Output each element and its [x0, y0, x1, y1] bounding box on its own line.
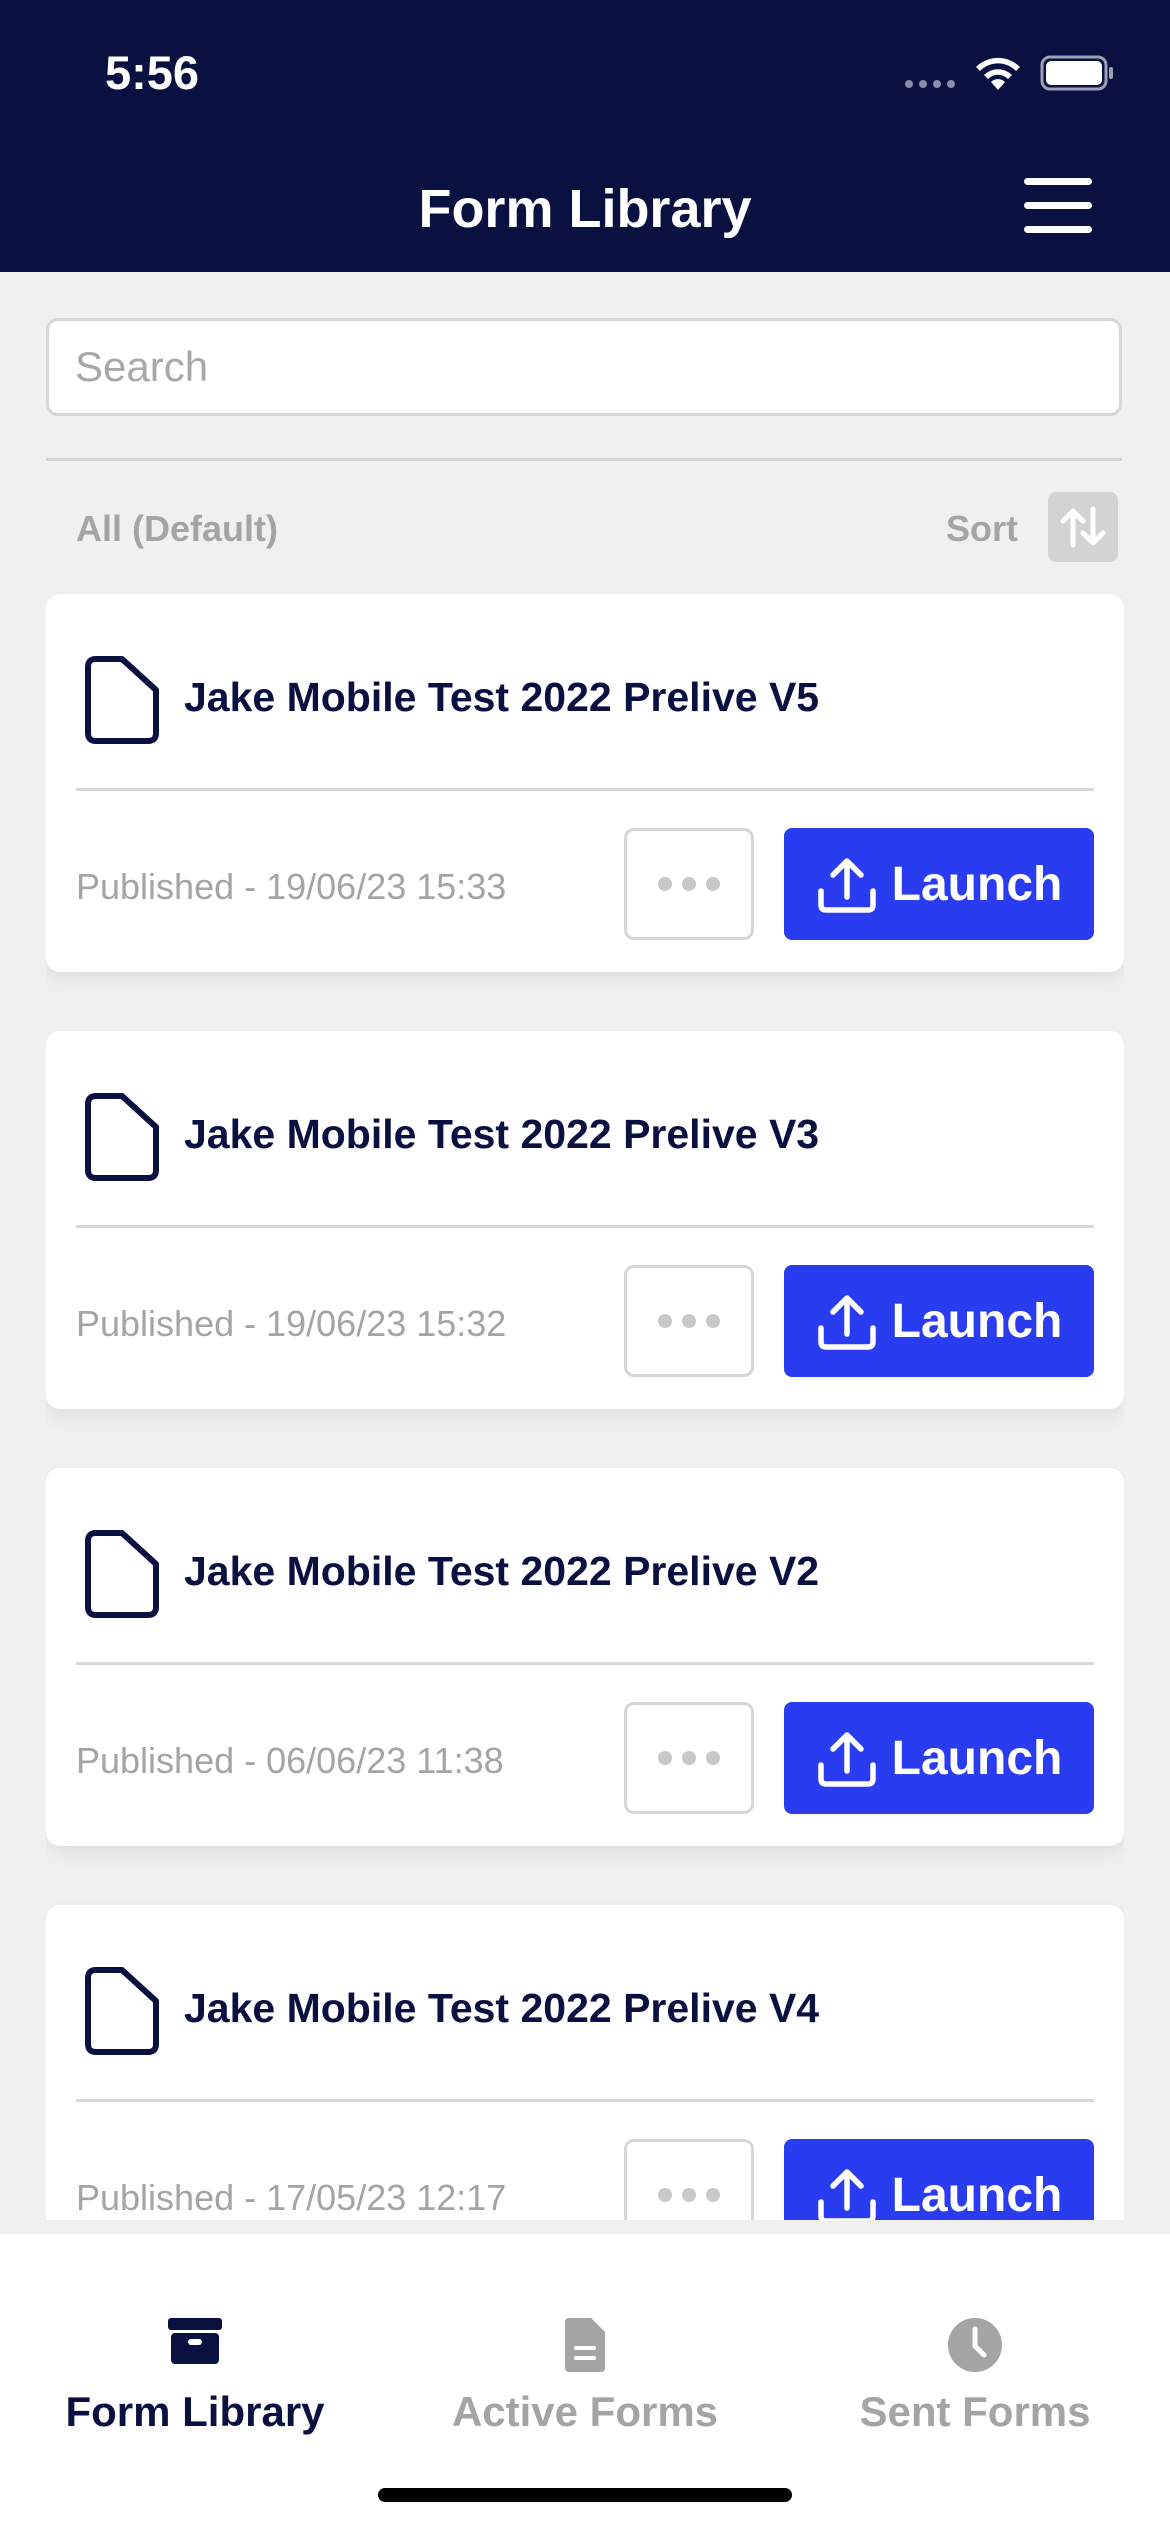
- form-card[interactable]: Jake Mobile Test 2022 Prelive V3 Publish…: [46, 1031, 1124, 1409]
- tab-label: Active Forms: [451, 2388, 719, 2435]
- archive-box-icon: [168, 2318, 222, 2364]
- document-icon: [85, 1967, 159, 2055]
- upload-icon: [817, 1295, 876, 1350]
- clock-icon: [948, 2318, 1002, 2372]
- published-date: Published - 06/06/23 11:38: [76, 1740, 504, 1781]
- upload-icon: [817, 858, 876, 913]
- divider: [76, 2099, 1094, 2102]
- divider: [76, 1662, 1094, 1665]
- hamburger-menu-button[interactable]: [1024, 178, 1092, 233]
- form-card[interactable]: Jake Mobile Test 2022 Prelive V5 Publish…: [46, 594, 1124, 972]
- launch-button[interactable]: Launch: [784, 2139, 1094, 2220]
- form-card[interactable]: Jake Mobile Test 2022 Prelive V2 Publish…: [46, 1468, 1124, 1846]
- app-header: 5:56 Form Library: [0, 0, 1170, 272]
- upload-icon: [817, 1732, 876, 1787]
- filter-label[interactable]: All (Default): [76, 508, 278, 550]
- battery-icon: [1040, 55, 1113, 91]
- launch-label: Launch: [891, 2168, 1063, 2221]
- cellular-signal-icon: [905, 80, 955, 88]
- form-title: Jake Mobile Test 2022 Prelive V5: [184, 674, 820, 720]
- more-options-button[interactable]: [624, 828, 754, 940]
- tab-sent-forms[interactable]: Sent Forms: [780, 2234, 1170, 2474]
- divider: [76, 788, 1094, 791]
- launch-label: Launch: [891, 1731, 1063, 1785]
- form-list: Jake Mobile Test 2022 Prelive V5 Publish…: [46, 594, 1124, 2220]
- sort-button[interactable]: [1048, 492, 1118, 562]
- wifi-icon: [976, 57, 1020, 90]
- published-date: Published - 19/06/23 15:32: [76, 1303, 507, 1344]
- launch-button[interactable]: Launch: [784, 1265, 1094, 1377]
- sort-label: Sort: [946, 508, 1018, 549]
- launch-button[interactable]: Launch: [784, 1702, 1094, 1814]
- upload-icon: [817, 2169, 876, 2220]
- published-date: Published - 17/05/23 12:17: [76, 2177, 507, 2218]
- document-icon: [565, 2318, 605, 2372]
- document-icon: [85, 1530, 159, 1618]
- status-time: 5:56: [105, 46, 200, 99]
- home-indicator: [378, 2488, 792, 2502]
- launch-label: Launch: [891, 1294, 1063, 1348]
- divider: [76, 1225, 1094, 1228]
- form-card[interactable]: Jake Mobile Test 2022 Prelive V4 Publish…: [46, 1905, 1124, 2220]
- tab-label: Form Library: [65, 2388, 325, 2435]
- form-title: Jake Mobile Test 2022 Prelive V2: [184, 1548, 820, 1594]
- more-options-button[interactable]: [624, 2139, 754, 2220]
- tab-label: Sent Forms: [859, 2388, 1091, 2435]
- launch-label: Launch: [891, 857, 1063, 911]
- tab-form-library[interactable]: Form Library: [0, 2234, 390, 2474]
- form-title: Jake Mobile Test 2022 Prelive V4: [184, 1985, 820, 2031]
- document-icon: [85, 1093, 159, 1181]
- more-options-button[interactable]: [624, 1702, 754, 1814]
- launch-button[interactable]: Launch: [784, 828, 1094, 940]
- divider: [46, 458, 1122, 461]
- sort-arrows-icon: [1060, 506, 1106, 548]
- page-title: Form Library: [418, 179, 752, 239]
- form-title: Jake Mobile Test 2022 Prelive V3: [184, 1111, 820, 1157]
- published-date: Published - 19/06/23 15:33: [76, 866, 507, 907]
- search-input[interactable]: [46, 318, 1122, 416]
- tab-active-forms[interactable]: Active Forms: [390, 2234, 780, 2474]
- more-options-button[interactable]: [624, 1265, 754, 1377]
- document-icon: [85, 656, 159, 744]
